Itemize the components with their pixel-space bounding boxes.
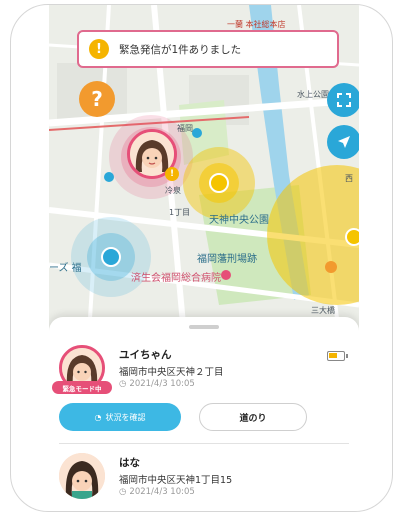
exclamation-icon: ! xyxy=(89,39,109,59)
expand-icon xyxy=(337,93,351,107)
map-label-fukuoka: 福岡 xyxy=(177,124,193,133)
route-button[interactable]: 道のり xyxy=(199,403,307,431)
emergency-alert-banner[interactable]: ! 緊急発信が1件ありました xyxy=(77,30,339,68)
pin-warning-icon: ! xyxy=(165,167,179,181)
emergency-mode-badge: 緊急モード中 xyxy=(52,381,112,394)
members-bottom-sheet[interactable]: 緊急モード中 ユイちゃん 福岡市中央区天神２丁目 ◷ 2021/4/3 10:0… xyxy=(49,317,359,511)
map-label-sanbancho: 三大橋 xyxy=(311,306,335,315)
battery-level-fill xyxy=(329,353,337,358)
help-button[interactable]: ? xyxy=(79,81,115,117)
member-timestamp: ◷ 2021/4/3 10:05 xyxy=(119,487,195,497)
battery-icon xyxy=(327,351,348,361)
member-address: 福岡市中央区天神1丁目15 xyxy=(119,475,233,486)
member-name: はな xyxy=(119,457,140,469)
member-divider xyxy=(59,443,349,444)
alert-text: 緊急発信が1件ありました xyxy=(119,43,242,56)
member-time-text: 2021/4/3 10:05 xyxy=(129,379,195,389)
expand-map-button[interactable] xyxy=(327,83,359,117)
sheet-drag-handle[interactable] xyxy=(189,325,219,329)
map-label-castle: 福岡藩刑場跡 xyxy=(197,254,257,265)
check-status-button[interactable]: ◔ 状況を確認 xyxy=(59,403,181,431)
map-label-mizukami: 水上公園 xyxy=(297,90,329,99)
member-actions: ◔ 状況を確認 道のり xyxy=(59,403,349,433)
member-timestamp: ◷ 2021/4/3 10:05 xyxy=(119,379,195,389)
current-location-button[interactable] xyxy=(327,125,359,159)
child-avatar-icon xyxy=(59,453,105,499)
check-status-label: 状況を確認 xyxy=(105,412,146,422)
member-address: 福岡市中央区天神２丁目 xyxy=(119,367,224,378)
map-label-zu: ーズ 福 xyxy=(49,263,82,274)
chat-icon: ◔ xyxy=(94,412,102,422)
map-label-tenjin-1chome: 1丁目 xyxy=(169,208,191,217)
phone-frame: 一蘭 本社総本店 水上公園 福岡 天神中央公園 1丁目 福岡藩刑場跡 済生会福岡… xyxy=(10,4,393,512)
member-avatar xyxy=(59,453,105,499)
map-label-tenjin-park: 天神中央公園 xyxy=(209,215,269,226)
clock-icon: ◷ xyxy=(119,487,127,497)
map-label-store: 一蘭 本社総本店 xyxy=(227,20,286,29)
clock-icon: ◷ xyxy=(119,379,127,389)
map-label-nishi: 西 xyxy=(345,174,353,183)
member-time-text: 2021/4/3 10:05 xyxy=(129,487,195,497)
map-label-hospital: 済生会福岡総合病院 xyxy=(131,273,221,284)
navigation-arrow-icon xyxy=(338,136,350,148)
app-screen: 一蘭 本社総本店 水上公園 福岡 天神中央公園 1丁目 福岡藩刑場跡 済生会福岡… xyxy=(49,5,359,511)
member-name: ユイちゃん xyxy=(119,349,172,361)
map-label-reizen: 冷泉 xyxy=(165,186,181,195)
